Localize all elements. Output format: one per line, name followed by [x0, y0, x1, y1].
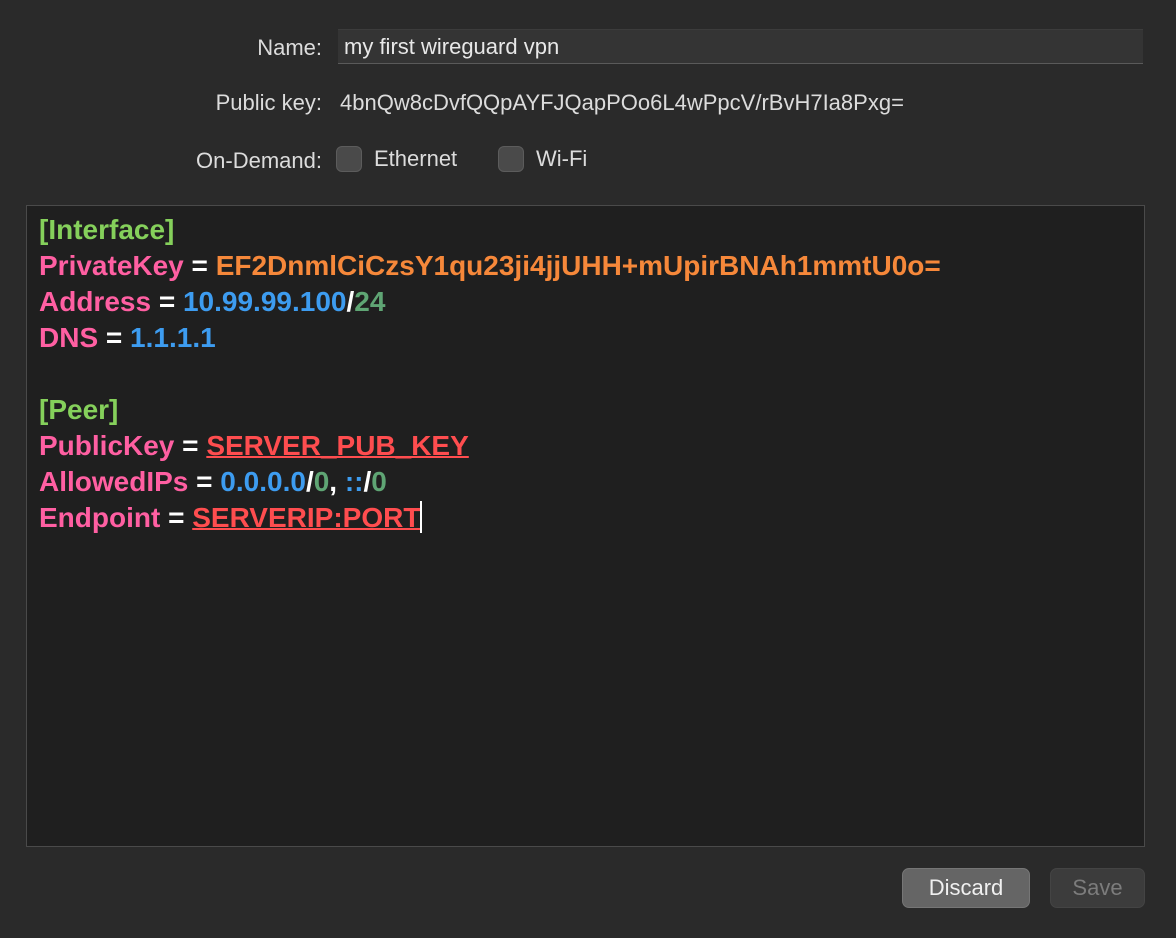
config-line: Endpoint = SERVERIP:PORT	[39, 500, 1132, 536]
config-line: [Interface]	[39, 212, 1132, 248]
endpoint-placeholder-value: SERVERIP:PORT	[192, 502, 421, 533]
comma-separator: ,	[329, 466, 345, 497]
config-line: AllowedIPs = 0.0.0.0/0, ::/0	[39, 464, 1132, 500]
cidr-slash: /	[305, 466, 314, 497]
allowed-ip6: ::	[344, 466, 364, 497]
public-key-label: Public key:	[215, 90, 322, 115]
config-line: DNS = 1.1.1.1	[39, 320, 1132, 356]
equals-sign: =	[151, 286, 183, 317]
public-key-value: 4bnQw8cDvfQQpAYFJQapPOo6L4wPpcV/rBvH7Ia8…	[340, 90, 904, 115]
public-key-key: PublicKey	[39, 430, 175, 461]
name-label: Name:	[257, 35, 322, 60]
save-button[interactable]: Save	[1050, 868, 1145, 908]
allowed-ip6-prefix: 0	[371, 466, 387, 497]
wifi-checkbox-box[interactable]	[498, 146, 524, 172]
tunnel-edit-window: Name: Public key: 4bnQw8cDvfQQpAYFJQapPO…	[0, 0, 1176, 938]
endpoint-key: Endpoint	[39, 502, 161, 533]
ethernet-checkbox-box[interactable]	[336, 146, 362, 172]
equals-sign: =	[98, 322, 131, 353]
private-key-value: EF2DnmlCiCzsY1qu23ji4jjUHH+mUpirBNAh1mmt…	[215, 250, 941, 281]
dns-key: DNS	[39, 322, 99, 353]
interface-section-header: [Interface]	[39, 214, 175, 245]
config-line: [Peer]	[39, 392, 1132, 428]
allowed-ips-key: AllowedIPs	[39, 466, 189, 497]
discard-button[interactable]: Discard	[902, 868, 1030, 908]
config-editor[interactable]: [Interface] PrivateKey = EF2DnmlCiCzsY1q…	[26, 205, 1145, 847]
config-line: PublicKey = SERVER_PUB_KEY	[39, 428, 1132, 464]
equals-sign: =	[174, 430, 207, 461]
equals-sign: =	[160, 502, 193, 533]
dns-value: 1.1.1.1	[130, 322, 216, 353]
config-line: Address = 10.99.99.100/24	[39, 284, 1132, 320]
allowed-ip4-prefix: 0	[313, 466, 330, 497]
public-key-placeholder-value: SERVER_PUB_KEY	[206, 430, 469, 461]
ethernet-checkbox[interactable]: Ethernet	[336, 146, 457, 172]
config-blank-line	[39, 356, 1132, 392]
wifi-checkbox[interactable]: Wi-Fi	[498, 146, 587, 172]
address-key: Address	[39, 286, 152, 317]
on-demand-label: On-Demand:	[196, 148, 322, 173]
ethernet-checkbox-label: Ethernet	[374, 146, 458, 171]
config-line: PrivateKey = EF2DnmlCiCzsY1qu23ji4jjUHH+…	[39, 248, 1132, 284]
address-ip: 10.99.99.100	[182, 286, 347, 317]
name-input[interactable]	[338, 29, 1143, 64]
address-prefix: 24	[354, 286, 386, 317]
private-key-key: PrivateKey	[39, 250, 184, 281]
allowed-ip4: 0.0.0.0	[220, 466, 306, 497]
equals-sign: =	[183, 250, 216, 281]
wifi-checkbox-label: Wi-Fi	[536, 146, 588, 171]
peer-section-header: [Peer]	[39, 394, 119, 425]
equals-sign: =	[188, 466, 221, 497]
text-caret	[420, 501, 423, 533]
